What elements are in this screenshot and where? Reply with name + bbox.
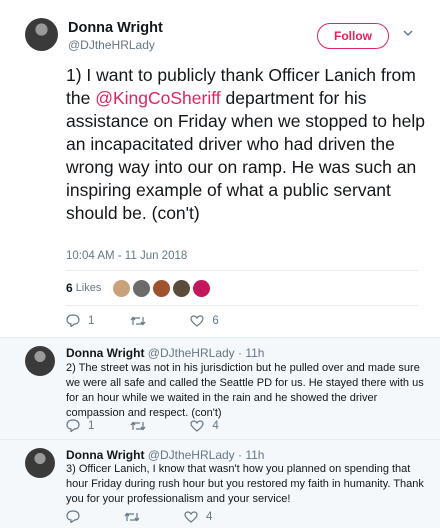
reply-tweet[interactable]: Donna Wright @DJtheHRLady · 11h 2) The s… bbox=[0, 338, 440, 439]
reply-text: 3) Officer Lanich, I know that wasn't ho… bbox=[66, 463, 424, 505]
reply-text: 2) The street was not in his jurisdictio… bbox=[66, 362, 424, 419]
tweet-actions: 1 6 bbox=[66, 314, 255, 327]
reply-icon bbox=[66, 419, 80, 432]
retweet-icon bbox=[124, 512, 140, 521]
main-tweet: Donna Wright @DJtheHRLady Follow 1) I wa… bbox=[0, 0, 440, 337]
reply-icon bbox=[66, 510, 80, 523]
like-count: 6 bbox=[212, 314, 219, 327]
heart-icon bbox=[190, 314, 205, 327]
follow-button[interactable]: Follow bbox=[317, 23, 389, 49]
reply-author-name[interactable]: Donna Wright bbox=[66, 346, 144, 360]
liker-avatar[interactable] bbox=[113, 279, 131, 297]
likes-label[interactable]: Likes bbox=[76, 282, 102, 294]
reply-count: 1 bbox=[88, 314, 95, 327]
reply-author-handle[interactable]: @DJtheHRLady bbox=[148, 346, 235, 360]
liker-avatar[interactable] bbox=[193, 279, 211, 297]
divider bbox=[66, 270, 418, 271]
reply-icon bbox=[66, 314, 80, 327]
like-action[interactable]: 4 bbox=[190, 419, 219, 432]
reply-actions: 4 bbox=[66, 510, 248, 523]
retweet-icon bbox=[130, 421, 146, 430]
divider bbox=[66, 305, 418, 306]
reply-avatar[interactable] bbox=[25, 448, 55, 478]
like-count: 4 bbox=[206, 510, 213, 523]
liker-avatar[interactable] bbox=[133, 279, 151, 297]
tweet-text: 1) I want to publicly thank Officer Lani… bbox=[66, 64, 430, 225]
likes-count[interactable]: 6 bbox=[66, 281, 73, 295]
author-avatar[interactable] bbox=[25, 18, 58, 51]
likes-row: 6 Likes bbox=[66, 278, 213, 298]
reply-header: Donna Wright @DJtheHRLady · 11h bbox=[66, 346, 264, 360]
liker-avatar[interactable] bbox=[173, 279, 191, 297]
liker-avatar[interactable] bbox=[153, 279, 171, 297]
tweet-timestamp[interactable]: 10:04 AM - 11 Jun 2018 bbox=[66, 250, 187, 262]
author-handle[interactable]: @DJtheHRLady bbox=[68, 38, 155, 52]
reply-author-handle[interactable]: @DJtheHRLady bbox=[148, 448, 235, 462]
reply-count: 1 bbox=[88, 419, 95, 432]
reply-author-name[interactable]: Donna Wright bbox=[66, 448, 144, 462]
like-action[interactable]: 6 bbox=[190, 314, 219, 327]
author-name[interactable]: Donna Wright bbox=[68, 20, 163, 36]
reply-time[interactable]: · 11h bbox=[238, 346, 264, 360]
retweet-icon bbox=[130, 316, 146, 325]
tweet-text-after: department for his assistance on Friday … bbox=[66, 88, 425, 223]
reply-actions: 1 4 bbox=[66, 419, 255, 432]
retweet-action[interactable] bbox=[130, 420, 154, 432]
mention-link[interactable]: @KingCoSheriff bbox=[95, 88, 220, 108]
heart-icon bbox=[190, 419, 205, 432]
retweet-action[interactable] bbox=[124, 511, 148, 523]
heart-icon bbox=[184, 510, 198, 523]
chevron-down-icon[interactable] bbox=[403, 28, 413, 38]
like-action[interactable]: 4 bbox=[184, 511, 212, 523]
reply-action[interactable]: 1 bbox=[66, 314, 94, 327]
reply-header: Donna Wright @DJtheHRLady · 11h bbox=[66, 448, 264, 462]
like-count: 4 bbox=[212, 419, 219, 432]
reply-avatar[interactable] bbox=[25, 346, 55, 376]
reply-action[interactable] bbox=[66, 510, 88, 523]
reply-action[interactable]: 1 bbox=[66, 419, 94, 432]
reply-time[interactable]: · 11h bbox=[238, 448, 264, 462]
reply-tweet[interactable]: Donna Wright @DJtheHRLady · 11h 3) Offic… bbox=[0, 440, 440, 528]
retweet-action[interactable] bbox=[130, 315, 154, 327]
